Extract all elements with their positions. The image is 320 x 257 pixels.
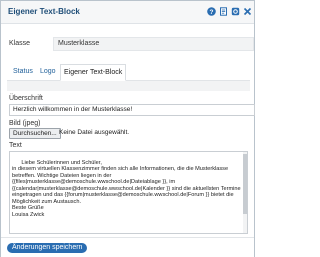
tab-logo[interactable]: Logo bbox=[37, 64, 59, 79]
text-area-scrollbar[interactable] bbox=[243, 152, 247, 233]
image-label: Bild (jpeg) bbox=[9, 120, 41, 127]
save-changes-button[interactable]: Änderungen speichern bbox=[7, 243, 88, 253]
tab-panel-strip bbox=[7, 81, 250, 91]
text-area-content: Liebe Schülerinnen und Schüler, in diese… bbox=[12, 159, 241, 218]
help-icon[interactable]: ? bbox=[207, 7, 216, 16]
edit-text-block-dialog: Eigener Text-Block ? Klasse Musterklasse… bbox=[0, 0, 255, 257]
dialog-content: Klasse Musterklasse Status Logo Eigener … bbox=[1, 24, 255, 234]
dialog-header: Eigener Text-Block ? bbox=[1, 1, 254, 24]
dialog-footer: Änderungen speichern bbox=[1, 237, 254, 257]
tab-eigener-text-block[interactable]: Eigener Text-Block bbox=[60, 64, 127, 81]
close-icon[interactable] bbox=[243, 7, 252, 16]
heading-label: Überschrift bbox=[9, 95, 43, 102]
tab-bar: Status Logo Eigener Text-Block bbox=[7, 64, 250, 81]
document-icon[interactable] bbox=[219, 7, 228, 16]
tab-status[interactable]: Status bbox=[10, 64, 36, 79]
svg-text:?: ? bbox=[210, 9, 214, 16]
class-row: Klasse Musterklasse bbox=[7, 37, 254, 51]
text-label: Text bbox=[9, 142, 22, 149]
class-field: Musterklasse bbox=[53, 37, 254, 51]
heading-input[interactable]: Herzlich willkommen in der Musterklasse! bbox=[9, 104, 255, 116]
scrollbar-thumb[interactable] bbox=[243, 154, 247, 214]
text-area[interactable]: Liebe Schülerinnen und Schüler, in diese… bbox=[9, 151, 248, 234]
settings-icon[interactable] bbox=[231, 7, 240, 16]
class-label: Klasse bbox=[9, 40, 31, 47]
dialog-title: Eigener Text-Block bbox=[8, 7, 80, 16]
browse-button[interactable]: Durchsuchen... bbox=[9, 128, 61, 139]
file-status-text: Keine Datei ausgewählt. bbox=[59, 129, 130, 136]
